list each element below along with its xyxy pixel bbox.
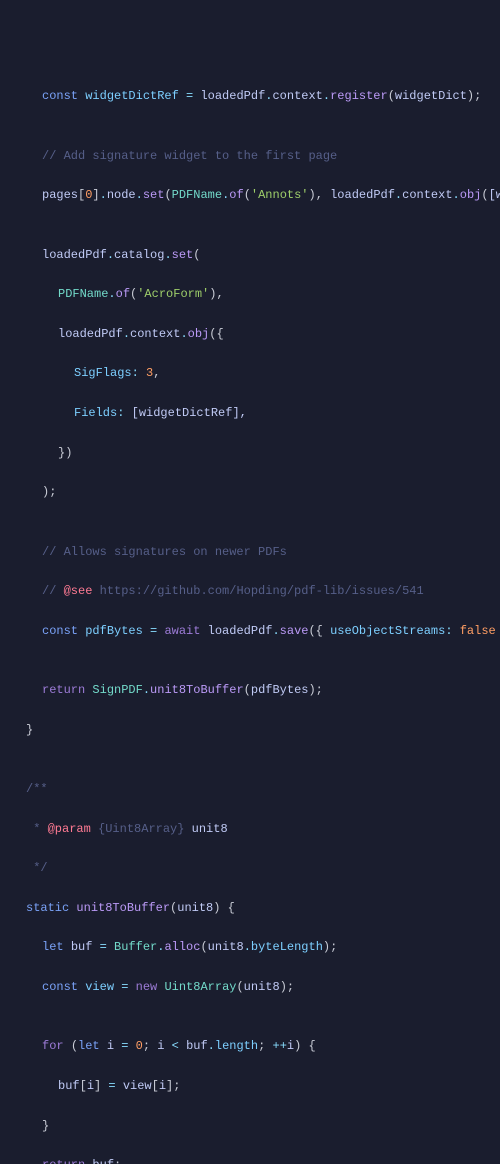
code-line: loadedPdf.context.obj({ [10,325,490,345]
code-editor[interactable]: const widgetDictRef = loadedPdf.context.… [10,87,490,1164]
code-line: const view = new Uint8Array(unit8); [10,978,490,998]
code-line: /** [10,780,490,800]
code-line: SigFlags: 3, [10,364,490,384]
code-line: return buf; [10,1156,490,1164]
code-line: }) [10,444,490,464]
code-line: */ [10,859,490,879]
code-line: static unit8ToBuffer(unit8) { [10,899,490,919]
code-line: Fields: [widgetDictRef], [10,404,490,424]
code-line: // Allows signatures on newer PDFs [10,543,490,563]
code-line: } [10,721,490,741]
code-line: return SignPDF.unit8ToBuffer(pdfBytes); [10,681,490,701]
code-line: // Add signature widget to the first pag… [10,147,490,167]
code-line: * @param {Uint8Array} unit8 [10,820,490,840]
code-line: // @see https://github.com/Hopding/pdf-l… [10,582,490,602]
code-line: const pdfBytes = await loadedPdf.save({ … [10,622,490,642]
code-line: loadedPdf.catalog.set( [10,246,490,266]
code-line: let buf = Buffer.alloc(unit8.byteLength)… [10,938,490,958]
code-line: ); [10,483,490,503]
code-line: } [10,1117,490,1137]
code-line: const widgetDictRef = loadedPdf.context.… [10,87,490,107]
code-line: buf[i] = view[i]; [10,1077,490,1097]
code-line: pages[0].node.set(PDFName.of('Annots'), … [10,186,490,206]
code-line: PDFName.of('AcroForm'), [10,285,490,305]
code-line: for (let i = 0; i < buf.length; ++i) { [10,1037,490,1057]
